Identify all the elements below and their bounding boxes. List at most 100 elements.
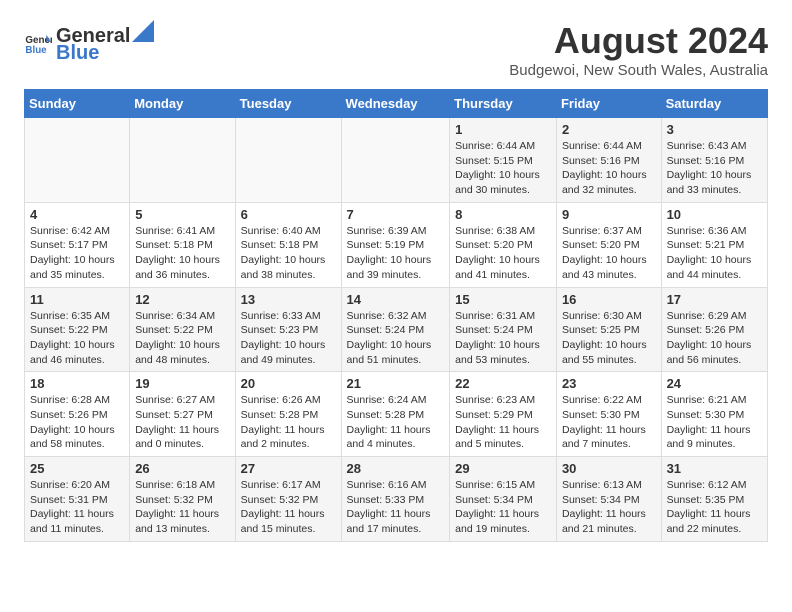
calendar-cell: 3 Sunrise: 6:43 AMSunset: 5:16 PMDaylight…	[661, 118, 767, 203]
day-number: 26	[135, 461, 229, 476]
day-info: Sunrise: 6:42 AMSunset: 5:17 PMDaylight:…	[30, 224, 124, 283]
calendar-cell: 24 Sunrise: 6:21 AMSunset: 5:30 PMDayligh…	[661, 372, 767, 457]
weekday-header-row: SundayMondayTuesdayWednesdayThursdayFrid…	[25, 90, 768, 118]
calendar-cell: 16 Sunrise: 6:30 AMSunset: 5:25 PMDayligh…	[556, 287, 661, 372]
day-info: Sunrise: 6:27 AMSunset: 5:27 PMDaylight:…	[135, 393, 229, 452]
calendar-week-2: 4Sunrise: 6:42 AMSunset: 5:17 PMDaylight…	[25, 202, 768, 287]
calendar-cell: 6 Sunrise: 6:40 AMSunset: 5:18 PMDaylight…	[235, 202, 341, 287]
day-number: 16	[562, 292, 656, 307]
day-info: Sunrise: 6:35 AMSunset: 5:22 PMDaylight:…	[30, 309, 124, 368]
svg-text:Blue: Blue	[25, 44, 47, 55]
day-info: Sunrise: 6:30 AMSunset: 5:25 PMDaylight:…	[562, 309, 656, 368]
calendar-cell: 15Sunrise: 6:31 AMSunset: 5:24 PMDayligh…	[450, 287, 557, 372]
calendar-cell: 1 Sunrise: 6:44 AMSunset: 5:15 PMDaylight…	[450, 118, 557, 203]
calendar-cell: 4Sunrise: 6:42 AMSunset: 5:17 PMDaylight…	[25, 202, 130, 287]
calendar-week-4: 18Sunrise: 6:28 AMSunset: 5:26 PMDayligh…	[25, 372, 768, 457]
day-number: 12	[135, 292, 229, 307]
calendar-cell: 14Sunrise: 6:32 AMSunset: 5:24 PMDayligh…	[341, 287, 450, 372]
calendar-cell: 7Sunrise: 6:39 AMSunset: 5:19 PMDaylight…	[341, 202, 450, 287]
day-number: 9	[562, 207, 656, 222]
calendar-cell: 5 Sunrise: 6:41 AMSunset: 5:18 PMDaylight…	[130, 202, 235, 287]
calendar-cell: 22 Sunrise: 6:23 AMSunset: 5:29 PMDayligh…	[450, 372, 557, 457]
calendar-cell	[25, 118, 130, 203]
day-number: 5	[135, 207, 229, 222]
day-number: 8	[455, 207, 551, 222]
calendar-subtitle: Budgewoi, New South Wales, Australia	[509, 62, 768, 79]
day-number: 21	[347, 376, 445, 391]
calendar-cell: 30Sunrise: 6:13 AMSunset: 5:34 PMDayligh…	[556, 457, 661, 542]
calendar-cell: 18Sunrise: 6:28 AMSunset: 5:26 PMDayligh…	[25, 372, 130, 457]
day-info: Sunrise: 6:44 AMSunset: 5:15 PMDaylight:…	[455, 139, 551, 198]
calendar-week-5: 25 Sunrise: 6:20 AMSunset: 5:31 PMDayligh…	[25, 457, 768, 542]
day-info: Sunrise: 6:34 AMSunset: 5:22 PMDaylight:…	[135, 309, 229, 368]
day-info: Sunrise: 6:38 AMSunset: 5:20 PMDaylight:…	[455, 224, 551, 283]
day-number: 31	[667, 461, 762, 476]
day-info: Sunrise: 6:22 AMSunset: 5:30 PMDaylight:…	[562, 393, 656, 452]
day-info: Sunrise: 6:12 AMSunset: 5:35 PMDaylight:…	[667, 478, 762, 537]
calendar-cell: 10Sunrise: 6:36 AMSunset: 5:21 PMDayligh…	[661, 202, 767, 287]
day-info: Sunrise: 6:32 AMSunset: 5:24 PMDaylight:…	[347, 309, 445, 368]
day-info: Sunrise: 6:44 AMSunset: 5:16 PMDaylight:…	[562, 139, 656, 198]
day-number: 30	[562, 461, 656, 476]
calendar-cell: 9 Sunrise: 6:37 AMSunset: 5:20 PMDaylight…	[556, 202, 661, 287]
day-number: 27	[241, 461, 336, 476]
calendar-cell: 21Sunrise: 6:24 AMSunset: 5:28 PMDayligh…	[341, 372, 450, 457]
day-number: 25	[30, 461, 124, 476]
day-info: Sunrise: 6:16 AMSunset: 5:33 PMDaylight:…	[347, 478, 445, 537]
calendar-week-3: 11 Sunrise: 6:35 AMSunset: 5:22 PMDayligh…	[25, 287, 768, 372]
weekday-header-monday: Monday	[130, 90, 235, 118]
calendar-cell: 11 Sunrise: 6:35 AMSunset: 5:22 PMDayligh…	[25, 287, 130, 372]
day-number: 22	[455, 376, 551, 391]
logo: General Blue General Blue	[24, 20, 156, 65]
day-number: 6	[241, 207, 336, 222]
day-number: 24	[667, 376, 762, 391]
day-info: Sunrise: 6:39 AMSunset: 5:19 PMDaylight:…	[347, 224, 445, 283]
calendar-week-1: 1 Sunrise: 6:44 AMSunset: 5:15 PMDaylight…	[25, 118, 768, 203]
day-number: 23	[562, 376, 656, 391]
day-info: Sunrise: 6:21 AMSunset: 5:30 PMDaylight:…	[667, 393, 762, 452]
day-number: 29	[455, 461, 551, 476]
day-info: Sunrise: 6:26 AMSunset: 5:28 PMDaylight:…	[241, 393, 336, 452]
day-number: 11	[30, 292, 124, 307]
day-info: Sunrise: 6:36 AMSunset: 5:21 PMDaylight:…	[667, 224, 762, 283]
day-info: Sunrise: 6:33 AMSunset: 5:23 PMDaylight:…	[241, 309, 336, 368]
title-section: August 2024 Budgewoi, New South Wales, A…	[509, 20, 768, 79]
weekday-header-wednesday: Wednesday	[341, 90, 450, 118]
day-info: Sunrise: 6:15 AMSunset: 5:34 PMDaylight:…	[455, 478, 551, 537]
calendar-cell: 20 Sunrise: 6:26 AMSunset: 5:28 PMDayligh…	[235, 372, 341, 457]
day-number: 18	[30, 376, 124, 391]
weekday-header-sunday: Sunday	[25, 90, 130, 118]
calendar-cell: 2Sunrise: 6:44 AMSunset: 5:16 PMDaylight…	[556, 118, 661, 203]
day-info: Sunrise: 6:17 AMSunset: 5:32 PMDaylight:…	[241, 478, 336, 537]
calendar-cell: 31 Sunrise: 6:12 AMSunset: 5:35 PMDayligh…	[661, 457, 767, 542]
calendar-cell: 28 Sunrise: 6:16 AMSunset: 5:33 PMDayligh…	[341, 457, 450, 542]
day-info: Sunrise: 6:37 AMSunset: 5:20 PMDaylight:…	[562, 224, 656, 283]
day-info: Sunrise: 6:20 AMSunset: 5:31 PMDaylight:…	[30, 478, 124, 537]
weekday-header-thursday: Thursday	[450, 90, 557, 118]
day-number: 3	[667, 122, 762, 137]
weekday-header-tuesday: Tuesday	[235, 90, 341, 118]
calendar-cell: 25 Sunrise: 6:20 AMSunset: 5:31 PMDayligh…	[25, 457, 130, 542]
day-info: Sunrise: 6:23 AMSunset: 5:29 PMDaylight:…	[455, 393, 551, 452]
calendar-cell	[341, 118, 450, 203]
day-number: 28	[347, 461, 445, 476]
calendar-cell: 17Sunrise: 6:29 AMSunset: 5:26 PMDayligh…	[661, 287, 767, 372]
logo-triangle-icon	[132, 20, 154, 42]
day-number: 20	[241, 376, 336, 391]
calendar-cell	[130, 118, 235, 203]
calendar-cell: 27 Sunrise: 6:17 AMSunset: 5:32 PMDayligh…	[235, 457, 341, 542]
calendar-table: SundayMondayTuesdayWednesdayThursdayFrid…	[24, 89, 768, 542]
calendar-title: August 2024	[509, 20, 768, 62]
page-header: General Blue General Blue August 2024 Bu…	[24, 20, 768, 79]
calendar-cell: 12 Sunrise: 6:34 AMSunset: 5:22 PMDayligh…	[130, 287, 235, 372]
day-number: 1	[455, 122, 551, 137]
day-info: Sunrise: 6:43 AMSunset: 5:16 PMDaylight:…	[667, 139, 762, 198]
day-number: 15	[455, 292, 551, 307]
day-info: Sunrise: 6:40 AMSunset: 5:18 PMDaylight:…	[241, 224, 336, 283]
day-info: Sunrise: 6:18 AMSunset: 5:32 PMDaylight:…	[135, 478, 229, 537]
calendar-cell: 29 Sunrise: 6:15 AMSunset: 5:34 PMDayligh…	[450, 457, 557, 542]
day-info: Sunrise: 6:41 AMSunset: 5:18 PMDaylight:…	[135, 224, 229, 283]
day-number: 17	[667, 292, 762, 307]
day-number: 19	[135, 376, 229, 391]
calendar-cell: 19 Sunrise: 6:27 AMSunset: 5:27 PMDayligh…	[130, 372, 235, 457]
